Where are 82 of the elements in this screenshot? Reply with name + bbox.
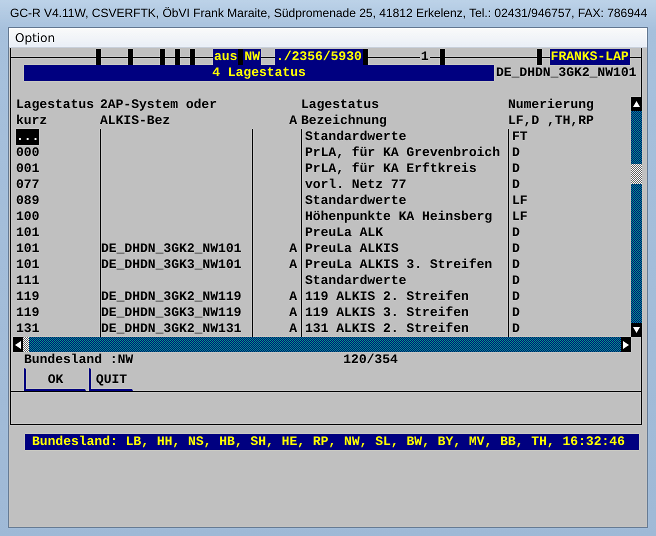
table-cell[interactable]: 100 (16, 209, 40, 224)
table-cell: DE_DHDN_3GK2_NW119 (101, 289, 242, 304)
table-cell: LF (512, 193, 528, 208)
status-label: NW (243, 49, 262, 65)
table-cell: D (512, 289, 520, 304)
table-cell: PreuLa ALKIS (305, 241, 399, 256)
status-label: ./2356/5930 (275, 49, 363, 65)
up-arrow-icon (633, 101, 640, 107)
scroll-down-button[interactable] (631, 323, 642, 337)
table-cell[interactable]: ... (16, 129, 40, 145)
panel-title: 4 Lagestatus (24, 65, 494, 81)
table-cell: D (512, 321, 520, 336)
table-cell: D (512, 241, 520, 256)
table-cell: Standardwerte (305, 193, 406, 208)
scrollbar-thumb[interactable] (23, 337, 29, 352)
table-cell: A (289, 321, 297, 336)
window-title: GC-R V4.11W, CSVERFTK, ÖbVI Frank Maraite, Südpromenade 25, 41812 Erkelenz, Tel.: 02431/946757, FAX: 786944 (9, 5, 648, 22)
table-cell: DE_DHDN_3GK2_NW131 (101, 321, 242, 336)
scrollbar-thumb[interactable] (631, 164, 642, 184)
status-label: aus (213, 49, 238, 65)
table-cell[interactable]: 001 (16, 161, 40, 176)
table-cell[interactable]: 101 (16, 257, 40, 272)
menu-item[interactable]: Option (9, 30, 62, 44)
column-header: Bezeichnung (301, 113, 387, 128)
table-cell[interactable]: 089 (16, 193, 40, 208)
table-cell: PrLA, für KA Grevenbroich (305, 145, 500, 160)
table-cell: A (289, 257, 297, 272)
table-cell: Höhenpunkte KA Heinsberg (305, 209, 492, 224)
current-value: DE_DHDN_3GK2_NW101 (495, 65, 636, 81)
table-cell[interactable]: 101 (16, 225, 40, 240)
record-count: 120/354 (343, 352, 398, 368)
table-cell: LF (512, 209, 528, 224)
table-cell[interactable]: 119 (16, 289, 40, 304)
column-header: Lagestatus (301, 97, 380, 112)
column-header: Numerierung (508, 97, 594, 112)
table-cell: FT (512, 129, 528, 144)
quit-button[interactable]: QUIT (89, 368, 133, 391)
table-cell: D (512, 161, 520, 176)
ok-button[interactable]: OK (24, 368, 86, 391)
left-arrow-icon (15, 340, 21, 348)
table-cell[interactable]: 119 (16, 305, 40, 320)
table-cell: A (289, 289, 297, 304)
bundesland-label: Bundesland :NW (24, 352, 134, 368)
table-cell: Standardwerte (305, 273, 406, 288)
scroll-right-button[interactable] (621, 337, 631, 352)
table-cell[interactable]: 101 (16, 241, 40, 256)
table-cell: A (289, 305, 297, 320)
column-header: kurz (16, 113, 48, 128)
down-arrow-icon (633, 327, 640, 333)
table-cell: 119 ALKIS 2. Streifen (305, 289, 469, 304)
table-cell[interactable]: 000 (16, 145, 40, 160)
column-header: Lagestatus (16, 97, 94, 112)
table-cell: D (512, 273, 520, 288)
table-cell: vorl. Netz 77 (305, 177, 406, 192)
table-cell: Standardwerte (305, 129, 406, 144)
separator-block (238, 49, 244, 65)
table-cell: D (512, 305, 520, 320)
table-cell: D (512, 257, 520, 272)
table-cell: D (512, 177, 520, 192)
table-cell[interactable]: 111 (16, 273, 40, 288)
table-cell: DE_DHDN_3GK3_NW101 (101, 257, 242, 272)
table-cell: 119 ALKIS 3. Streifen (305, 305, 469, 320)
table-cell: PreuLa ALKIS 3. Streifen (305, 257, 492, 272)
column-header: LF,D ,TH,RP (508, 113, 594, 128)
table-cell: D (512, 225, 520, 240)
table-cell: A (289, 241, 297, 256)
table-cell: PreuLa ALK (305, 225, 384, 240)
table-cell: DE_DHDN_3GK2_NW101 (101, 241, 242, 256)
column-header: A (289, 113, 297, 128)
table-cell: PrLA, für KA Erftkreis (305, 161, 477, 176)
table-cell: DE_DHDN_3GK3_NW119 (101, 305, 242, 320)
column-header: ALKIS-Bez (100, 113, 170, 128)
table-cell: D (512, 145, 520, 160)
column-header: 2AP-System oder (100, 97, 218, 112)
table-cell[interactable]: 131 (16, 321, 40, 336)
right-arrow-icon (623, 340, 629, 348)
scroll-up-button[interactable] (631, 97, 642, 111)
status-label: FRANKS-LAP (550, 49, 630, 65)
table-cell[interactable]: 077 (16, 177, 40, 192)
table-cell: 131 ALKIS 2. Streifen (305, 321, 469, 336)
scroll-left-button[interactable] (13, 337, 23, 352)
status-bar: Bundesland: LB, HH, NS, HB, SH, HE, RP, NW, SL, BW, BY, MV, BB, TH, 16:32:46 (25, 434, 639, 450)
